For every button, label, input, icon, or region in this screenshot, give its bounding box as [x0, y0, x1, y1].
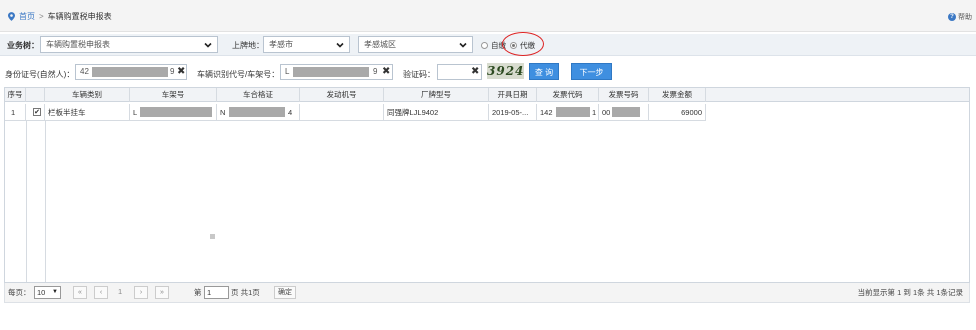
- table-row[interactable]: 1 ✔ 栏板半挂车 L N 4 同强牌LJL9402 2019-05-... 1…: [5, 104, 969, 121]
- table-header: 序号 车辆类别 车架号 车合格证 发动机号 厂牌型号 开具日期 发票代码 发票号…: [5, 88, 969, 102]
- help-icon: ?: [948, 13, 956, 21]
- certificate-suffix: 4: [288, 108, 293, 117]
- vin-label: 车辆识别代号/车架号：: [197, 70, 280, 79]
- redaction-mask: [229, 107, 285, 117]
- last-page-button[interactable]: »: [155, 286, 169, 299]
- col-header-index: 序号: [5, 88, 26, 102]
- filter-row: 业务树： 车辆购置税申报表 上牌地： 孝感市 孝感城区 自缴 代缴: [0, 34, 976, 56]
- cell-index: 1: [5, 104, 26, 121]
- redaction-mask: [92, 67, 168, 77]
- col-header-certificate: 车合格证: [217, 88, 300, 102]
- top-bar: 首页 > 车辆购置税申报表 ? 帮助: [0, 0, 976, 32]
- cell-certificate: N 4: [217, 104, 300, 121]
- help-label: 帮助: [958, 14, 972, 21]
- captcha-input[interactable]: ✖: [437, 64, 482, 80]
- col-header-select: [26, 88, 45, 102]
- chevron-down-icon: [459, 42, 467, 48]
- id-number-prefix: 42: [80, 67, 89, 76]
- district-select[interactable]: 孝感城区: [358, 36, 473, 53]
- clear-captcha-icon[interactable]: ✖: [471, 67, 479, 77]
- page-number-input-value: 1: [207, 288, 212, 297]
- chevron-down-icon: ▼: [52, 289, 58, 295]
- captcha-label: 验证码：: [403, 70, 435, 79]
- self-pay-radio[interactable]: [481, 42, 488, 49]
- stray-marker: [210, 234, 215, 239]
- col-header-model: 厂牌型号: [384, 88, 489, 102]
- clear-id-icon[interactable]: ✖: [177, 67, 185, 77]
- row-checkbox[interactable]: ✔: [33, 108, 41, 116]
- vin-suffix: 9: [373, 67, 378, 76]
- captcha-image[interactable]: 3924: [487, 63, 524, 79]
- cell-category: 栏板半挂车: [45, 104, 130, 121]
- current-page-number[interactable]: 1: [118, 287, 122, 296]
- vehicle-table: 序号 车辆类别 车架号 车合格证 发动机号 厂牌型号 开具日期 发票代码 发票号…: [4, 87, 970, 283]
- pagination-bar: 每页： 10 ▼ « ‹ 1 › » 第 1 页 共1页 确定 当前显示第 1 …: [4, 283, 970, 303]
- id-number-input[interactable]: 42 9 ✖: [75, 64, 187, 80]
- per-page-select[interactable]: 10 ▼: [34, 286, 61, 299]
- cell-invoice-number: 00: [599, 104, 649, 121]
- invoice-code-suffix: 1: [592, 108, 597, 117]
- cell-amount: 69000: [649, 104, 706, 121]
- id-number-suffix: 9: [170, 67, 175, 76]
- district-value: 孝感城区: [364, 40, 396, 49]
- business-type-value: 车辆购置税申报表: [46, 40, 110, 49]
- breadcrumb-home-link[interactable]: 首页: [19, 11, 35, 22]
- breadcrumb: 首页 > 车辆购置税申报表: [8, 11, 112, 22]
- cell-engine-no: [300, 104, 384, 121]
- clear-vin-icon[interactable]: ✖: [382, 67, 390, 77]
- redaction-mask: [140, 107, 212, 117]
- first-page-button[interactable]: «: [73, 286, 87, 299]
- cell-issue-date: 2019-05-...: [489, 104, 537, 121]
- col-header-engine-no: 发动机号: [300, 88, 384, 102]
- column-divider: [26, 121, 27, 282]
- help-link[interactable]: ? 帮助: [948, 12, 972, 22]
- redaction-mask: [556, 107, 590, 117]
- per-page-value: 10: [37, 288, 46, 297]
- business-type-select[interactable]: 车辆购置税申报表: [40, 36, 218, 53]
- business-type-label: 业务树：: [7, 41, 39, 50]
- page-prefix-label: 第: [194, 288, 202, 297]
- record-summary: 当前显示第 1 到 1条 共 1条记录: [857, 288, 963, 297]
- invoice-code-prefix: 142: [540, 108, 553, 117]
- location-pin-icon: [8, 12, 15, 21]
- breadcrumb-separator: >: [39, 12, 44, 21]
- id-number-label: 身份证号(自然人)：: [5, 70, 75, 79]
- chevron-down-icon: [336, 42, 344, 48]
- invoice-number-prefix: 00: [602, 108, 611, 117]
- col-header-frame-no: 车架号: [130, 88, 217, 102]
- vin-prefix: L: [285, 67, 290, 76]
- prev-page-button[interactable]: ‹: [94, 286, 108, 299]
- col-header-invoice-number: 发票号码: [599, 88, 649, 102]
- chevron-down-icon: [204, 42, 212, 48]
- query-button[interactable]: 查 询: [529, 63, 559, 80]
- frame-no-prefix: L: [133, 108, 138, 117]
- per-page-label: 每页：: [8, 288, 31, 297]
- next-step-button[interactable]: 下一步: [571, 63, 612, 80]
- column-divider: [45, 121, 46, 282]
- city-select[interactable]: 孝感市: [263, 36, 350, 53]
- cell-model: 同强牌LJL9402: [384, 104, 489, 121]
- redaction-mask: [293, 67, 369, 77]
- redaction-mask: [612, 107, 640, 117]
- plate-region-label: 上牌地：: [232, 41, 264, 50]
- col-header-issue-date: 开具日期: [489, 88, 537, 102]
- city-value: 孝感市: [269, 40, 293, 49]
- cell-invoice-code: 142 1: [537, 104, 599, 121]
- page-number-input[interactable]: 1: [204, 286, 229, 299]
- cell-frame-no: L: [130, 104, 217, 121]
- vin-input[interactable]: L 9 ✖: [280, 64, 393, 80]
- next-page-button[interactable]: ›: [134, 286, 148, 299]
- col-header-category: 车辆类别: [45, 88, 130, 102]
- breadcrumb-current: 车辆购置税申报表: [47, 12, 112, 21]
- col-header-invoice-code: 发票代码: [537, 88, 599, 102]
- page-confirm-button[interactable]: 确定: [274, 286, 296, 299]
- certificate-prefix: N: [220, 108, 226, 117]
- col-header-amount: 发票金额: [649, 88, 706, 102]
- page-total-label: 页 共1页: [231, 288, 260, 297]
- annotation-circle: [502, 32, 544, 56]
